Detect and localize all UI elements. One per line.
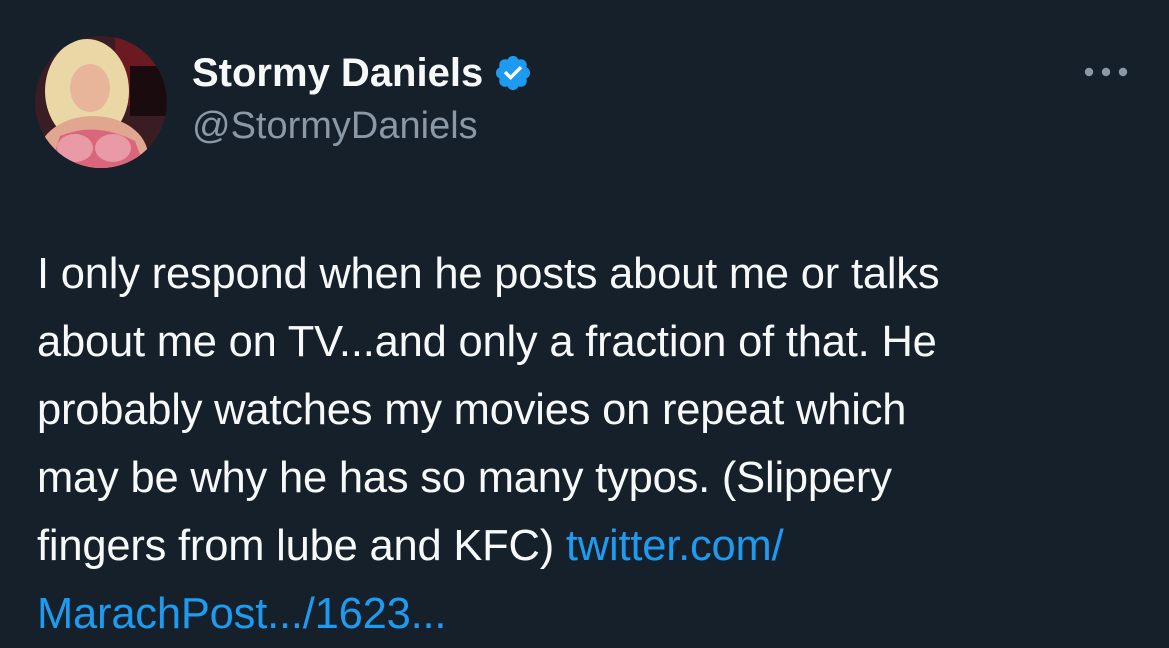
verified-badge-icon <box>493 53 533 93</box>
display-name[interactable]: Stormy Daniels <box>192 48 483 98</box>
more-options-icon[interactable] <box>1080 58 1132 86</box>
avatar[interactable] <box>35 36 167 168</box>
author-info[interactable]: Stormy Daniels @StormyDaniels <box>192 48 533 152</box>
tweet[interactable]: Stormy Daniels @StormyDaniels I only res… <box>0 0 1169 638</box>
name-row: Stormy Daniels <box>192 48 533 98</box>
tweet-link-continued[interactable]: MarachPost.../1623... <box>37 590 446 638</box>
tweet-link[interactable]: twitter.com/ <box>566 522 784 570</box>
tweet-body: I only respond when he posts about me or… <box>37 250 940 570</box>
handle[interactable]: @StormyDaniels <box>192 100 533 152</box>
tweet-text: I only respond when he posts about me or… <box>37 240 1137 648</box>
